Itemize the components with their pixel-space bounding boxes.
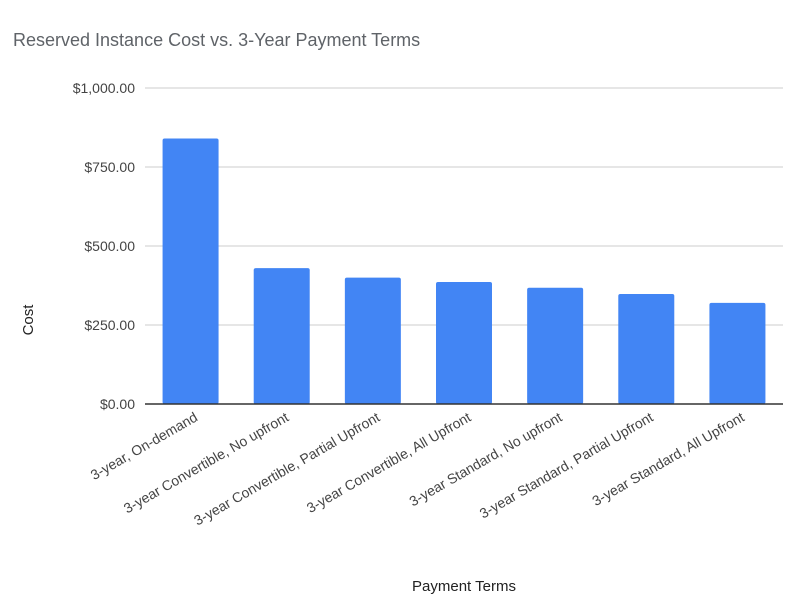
- bar: [344, 277, 401, 404]
- x-axis-title: Payment Terms: [412, 578, 516, 595]
- x-tick-label: 3-year Standard, All Upfront: [589, 409, 747, 509]
- x-tick-label: 3-year Standard, No upfront: [406, 409, 564, 510]
- y-tick-label: $1,000.00: [73, 80, 135, 96]
- bar: [436, 282, 492, 404]
- y-tick-label: $500.00: [84, 238, 135, 254]
- y-tick-label: $750.00: [84, 159, 135, 175]
- bar: [253, 268, 310, 404]
- chart: Reserved Instance Cost vs. 3-Year Paymen…: [0, 0, 803, 613]
- x-tick-label: 3-year Standard, Partial Upfront: [477, 409, 656, 522]
- bar: [162, 138, 219, 404]
- bar: [618, 294, 675, 404]
- x-tick-label: 3-year Convertible, All Upfront: [304, 409, 474, 516]
- y-axis-title: Cost: [20, 304, 37, 336]
- y-tick-label: $250.00: [84, 317, 135, 333]
- x-tick-label: 3-year Convertible, Partial Upfront: [191, 409, 382, 529]
- bar: [527, 287, 584, 404]
- bar: [709, 302, 766, 404]
- chart-plot: $0.00 $250.00 $500.00 $750.00 $1,000.00 3-yea…: [20, 80, 783, 595]
- x-tick-label: 3-year Convertible, No upfront: [121, 409, 292, 517]
- y-tick-label: $0.00: [100, 396, 135, 412]
